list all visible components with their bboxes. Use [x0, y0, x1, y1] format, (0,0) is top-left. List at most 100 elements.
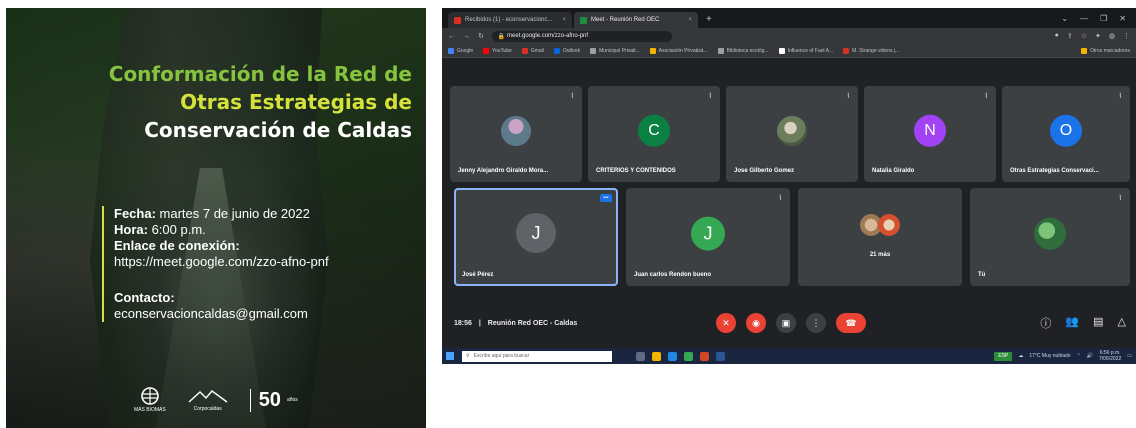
bookmark-item[interactable]: Gmail: [521, 47, 544, 54]
corpocaldas-text: Corpocaldas: [193, 406, 222, 412]
browser-tab-meet[interactable]: Meet - Reunión Red OEC ×: [574, 12, 698, 28]
forward-icon[interactable]: →: [463, 33, 470, 40]
extensions-icon[interactable]: ✦: [1095, 32, 1101, 40]
hangup-button[interactable]: ☎: [836, 313, 866, 333]
globe-icon: [141, 387, 159, 405]
avatar: O: [1050, 114, 1082, 147]
participant-tile[interactable]: ⌇ O Otras Estrategias Conservaci...: [1002, 86, 1130, 182]
info-icon[interactable]: ⓘ: [1040, 315, 1051, 331]
taskbar-search[interactable]: ⚲ Escribe aquí para buscar: [462, 350, 612, 362]
maximize-icon[interactable]: ❐: [1100, 14, 1107, 23]
camera-toggle-button[interactable]: ◉: [746, 313, 766, 333]
search-icon: ⚲: [466, 353, 470, 359]
bookmark-item[interactable]: YouTube: [483, 47, 512, 54]
mountain-icon: [188, 390, 228, 403]
fecha-row: Fecha: martes 7 de junio de 2022: [114, 206, 402, 222]
meet-controls: ✕ ◉ ▣ ⋮ ☎: [716, 313, 866, 333]
hora-value: 6:00 p.m.: [147, 222, 206, 237]
bookmark-label: Gmail: [530, 47, 544, 54]
share-icon[interactable]: ⇪: [1067, 32, 1073, 40]
fifty-years-logo: 50 años: [249, 388, 298, 412]
star-icon[interactable]: ☆: [1081, 32, 1087, 40]
participant-name: José Pérez: [462, 272, 494, 278]
task-view-icon[interactable]: [636, 351, 645, 361]
fecha-label: Fecha:: [114, 206, 156, 221]
more-options-button[interactable]: ⋮: [806, 313, 826, 333]
participant-tile[interactable]: ⌇ C CRITERIOS Y CONTENIDOS: [588, 86, 720, 182]
bookmark-item[interactable]: Municipal Privati...: [590, 47, 640, 54]
taskbar-clock[interactable]: 6:56 p.m. 7/06/2022: [1099, 350, 1121, 362]
profile-icon[interactable]: ◍: [1109, 32, 1115, 40]
bookmark-item[interactable]: M. Strange videos j...: [843, 47, 899, 54]
bookmark-item[interactable]: Biblioteca ecológ...: [717, 47, 769, 54]
weather-text[interactable]: 17°C Muy nublado: [1029, 353, 1070, 359]
hora-row: Hora: 6:00 p.m.: [114, 222, 402, 238]
powerpoint-icon[interactable]: [700, 351, 709, 361]
windows-taskbar: ⚲ Escribe aquí para buscar ESP ☁ 17°C Mu…: [442, 348, 1136, 364]
browser-tab-gmail[interactable]: Recibidos (1) - econservacionc... ×: [448, 12, 572, 28]
system-tray: ESP ☁ 17°C Muy nublado ⌃ 🔊 6:56 p.m. 7/0…: [994, 350, 1132, 362]
avatar: [878, 214, 900, 237]
meeting-separator: |: [478, 319, 481, 327]
meet-bottom-bar: 18:56 | Reunión Red OEC - Caldas ✕ ◉ ▣ ⋮…: [442, 306, 1136, 340]
bookmark-item[interactable]: Google: [448, 47, 473, 54]
tab-label: Recibidos (1) - econservacionc...: [465, 17, 553, 23]
participant-tile[interactable]: ⌇ Jenny Alejandro Giraldo Mora...: [450, 86, 582, 182]
participant-tile-self[interactable]: ⌇ Tú: [970, 188, 1130, 286]
mic-muted-icon: ⌇: [1118, 195, 1122, 202]
camera-indicator-icon[interactable]: ●: [1055, 32, 1059, 40]
close-window-icon[interactable]: ✕: [1119, 14, 1126, 23]
language-badge[interactable]: ESP: [994, 351, 1013, 361]
edge-icon[interactable]: [668, 351, 677, 361]
bookmark-item[interactable]: Influence of Fuel A...: [778, 47, 833, 54]
word-icon[interactable]: [716, 351, 725, 361]
bookmark-favicon-icon: [590, 47, 597, 54]
chevron-down-icon[interactable]: ⌄: [1061, 14, 1068, 23]
poster-logos: MÁS BIOMAS Corpocaldas 50 años: [134, 380, 334, 420]
browser-toolbar-icons: ● ⇪ ☆ ✦ ◍ ⋮: [1055, 32, 1130, 40]
back-icon[interactable]: ←: [448, 33, 455, 40]
meeting-name: Reunión Red OEC - Caldas: [487, 319, 578, 327]
notifications-icon[interactable]: ▭: [1127, 353, 1132, 359]
participant-tile-more[interactable]: 21 más: [798, 188, 962, 286]
mic-muted-icon: ⌇: [570, 93, 574, 100]
other-bookmarks-label: Otros marcadores: [1089, 47, 1130, 54]
bookmark-item[interactable]: Outlook: [553, 47, 580, 54]
file-explorer-icon[interactable]: [652, 351, 661, 361]
other-bookmarks[interactable]: Otros marcadores: [1080, 47, 1130, 54]
windows-start-icon[interactable]: [446, 352, 454, 360]
volume-icon[interactable]: 🔊: [1087, 353, 1093, 359]
activities-icon[interactable]: △: [1118, 315, 1126, 331]
avatar: N: [914, 114, 946, 147]
minimize-icon[interactable]: —: [1080, 14, 1088, 23]
bookmark-label: YouTube: [492, 47, 512, 54]
chrome-icon[interactable]: [684, 351, 693, 361]
url-field[interactable]: 🔒 meet.google.com/zzo-afno-pnf: [491, 30, 672, 42]
taskbar-apps: [636, 351, 725, 361]
close-icon[interactable]: ×: [562, 17, 566, 23]
bookmark-label: Asociación Privatizá...: [658, 47, 708, 54]
participant-tile-selected[interactable]: ••• J José Pérez: [454, 188, 618, 286]
close-icon[interactable]: ×: [688, 17, 692, 23]
present-button[interactable]: ▣: [776, 313, 796, 333]
mas-biomas-text: MÁS BIOMAS: [134, 407, 166, 413]
poster-info: Fecha: martes 7 de junio de 2022 Hora: 6…: [102, 206, 402, 322]
network-icon[interactable]: ⌃: [1077, 353, 1081, 359]
reload-icon[interactable]: ↻: [478, 32, 484, 40]
mic-toggle-button[interactable]: ✕: [716, 313, 736, 333]
bookmark-favicon-icon: [717, 47, 724, 54]
enlace-value: https://meet.google.com/zzo-afno-pnf: [114, 254, 329, 269]
participant-tile[interactable]: ⌇ J Juan carlos Rendon bueno: [626, 188, 790, 286]
mic-off-icon: ✕: [722, 317, 730, 328]
participant-tile[interactable]: ⌇ N Natalia Giraldo: [864, 86, 996, 182]
bookmark-label: Biblioteca ecológ...: [726, 47, 769, 54]
menu-icon[interactable]: ⋮: [1123, 32, 1130, 40]
people-icon[interactable]: 👥: [1065, 315, 1079, 331]
bookmark-item[interactable]: Asociación Privatizá...: [649, 47, 708, 54]
mic-muted-icon: ⌇: [846, 93, 850, 100]
chat-icon[interactable]: ▤: [1093, 315, 1103, 331]
new-tab-button[interactable]: +: [700, 12, 718, 28]
participant-tile[interactable]: ⌇ Jose Gilberto Gomez: [726, 86, 858, 182]
bookmark-favicon-icon: [553, 47, 560, 54]
pin-icon[interactable]: •••: [600, 194, 612, 202]
